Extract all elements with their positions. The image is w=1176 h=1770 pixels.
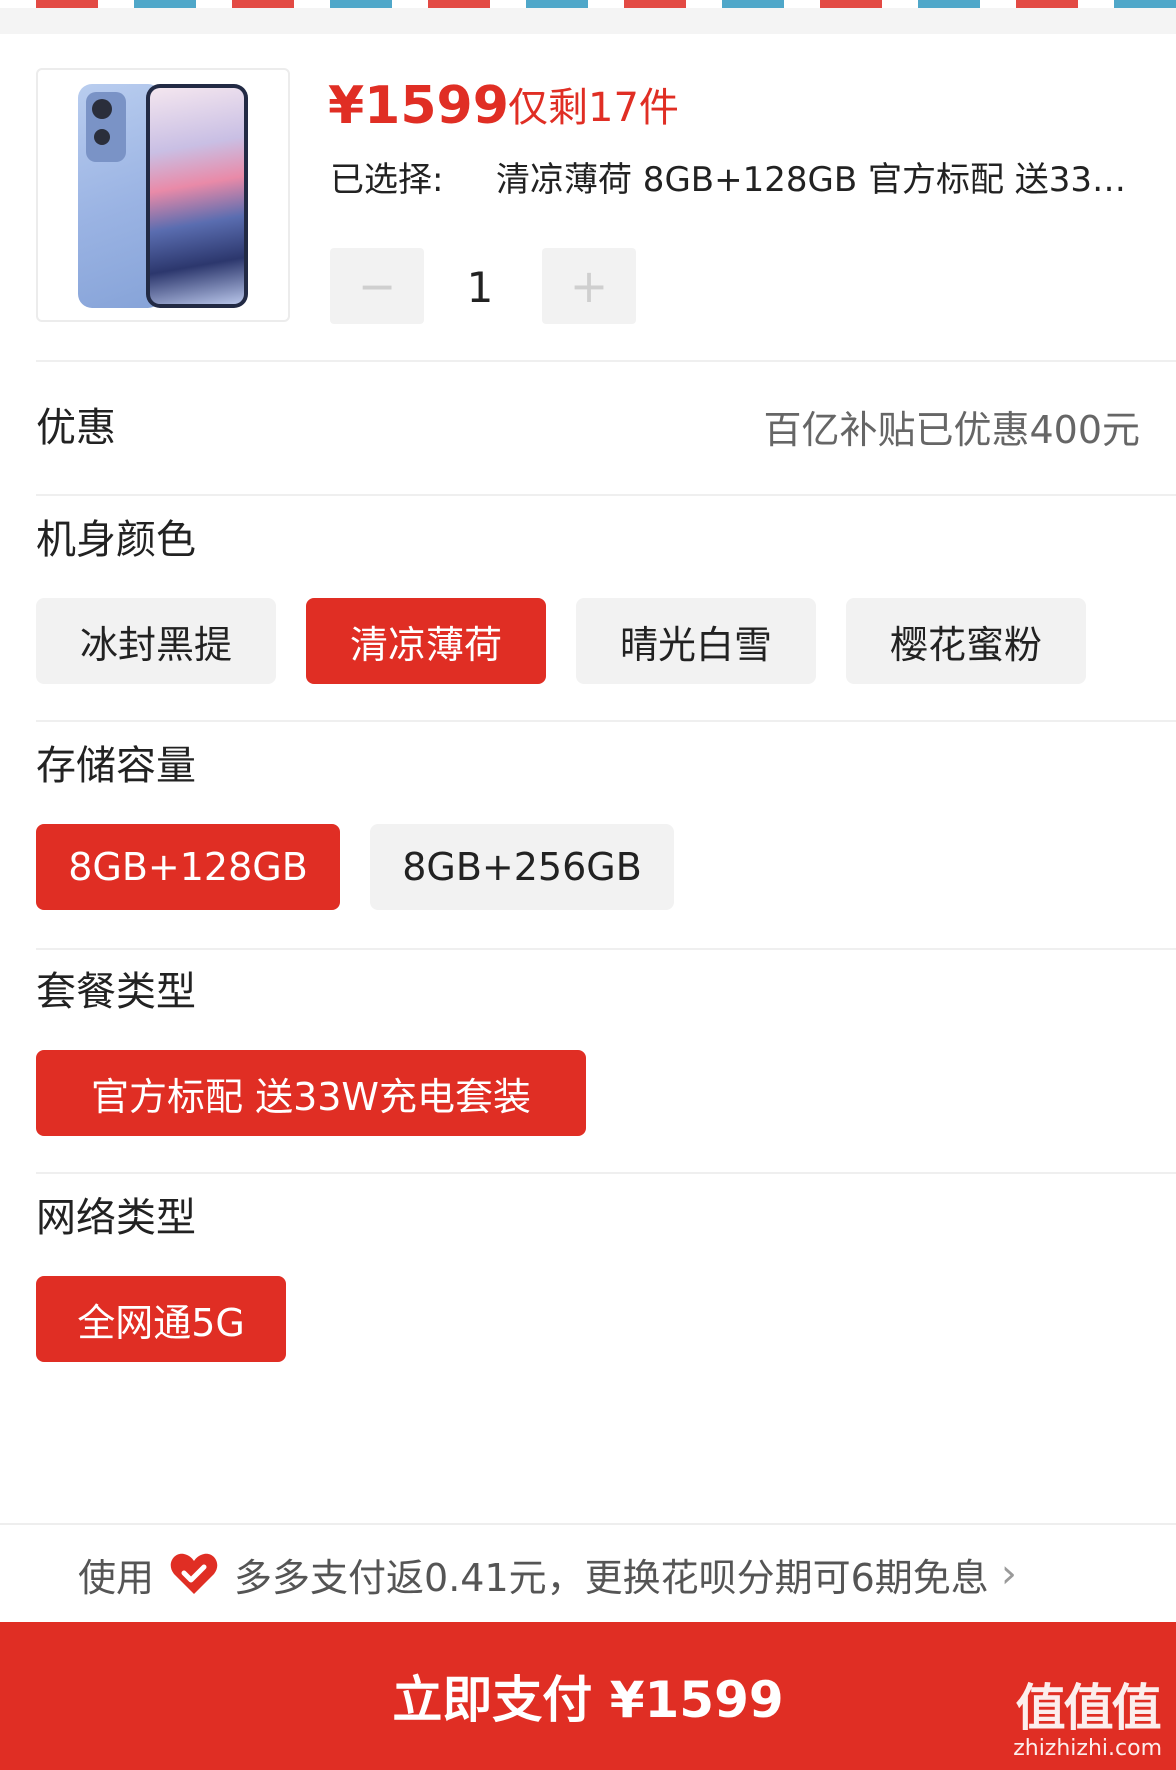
- chevron-right-icon: ›: [1000, 1551, 1017, 1597]
- minus-icon: −: [357, 259, 397, 313]
- section-title-storage: 存储容量: [36, 743, 196, 789]
- watermark-logo: 值值值: [1015, 1679, 1162, 1737]
- quantity-increase-button[interactable]: +: [542, 248, 636, 324]
- section-title-network: 网络类型: [36, 1195, 196, 1241]
- pay-now-label: 立即支付 ¥1599: [392, 1671, 784, 1729]
- stock-remaining: 仅剩17件: [508, 85, 679, 131]
- pay-now-button[interactable]: 立即支付 ¥1599: [0, 1622, 1176, 1770]
- heart-check-icon: [170, 1553, 218, 1594]
- divider: [36, 360, 1176, 362]
- promo-value: 百亿补贴已优惠400元: [763, 408, 1140, 452]
- divider: [0, 1523, 1176, 1525]
- color-option-pink[interactable]: 樱花蜜粉: [846, 598, 1086, 684]
- airmail-border: [0, 0, 1176, 34]
- network-option-5g[interactable]: 全网通5G: [36, 1276, 286, 1362]
- storage-option-256[interactable]: 8GB+256GB: [370, 824, 674, 910]
- quantity-value: 1: [466, 263, 494, 312]
- section-title-color: 机身颜色: [36, 517, 196, 563]
- payment-promo-row[interactable]: 使用 多多支付返0.41元，更换花呗分期可6期免息 ›: [78, 1546, 1017, 1602]
- section-title-package: 套餐类型: [36, 969, 196, 1015]
- use-label: 使用: [78, 1555, 155, 1600]
- storage-option-128[interactable]: 8GB+128GB: [36, 824, 340, 910]
- selected-value: 清凉薄荷 8GB+128GB 官方标配 送33W充电套装 全网通5G: [496, 160, 1136, 200]
- watermark: 值值值 zhizhizhi.com: [1013, 1680, 1162, 1762]
- color-option-white[interactable]: 晴光白雪: [576, 598, 816, 684]
- divider: [36, 1172, 1176, 1174]
- selected-label: 已选择:: [330, 160, 444, 200]
- color-option-black[interactable]: 冰封黑提: [36, 598, 276, 684]
- divider: [36, 494, 1176, 496]
- divider: [36, 720, 1176, 722]
- phone-front-image: [146, 84, 248, 308]
- color-option-mint[interactable]: 清凉薄荷: [306, 598, 546, 684]
- promo-title: 优惠: [36, 405, 116, 451]
- product-image: [36, 68, 290, 322]
- payment-promo-text: 多多支付返0.41元，更换花呗分期可6期免息: [234, 1555, 989, 1600]
- quantity-decrease-button[interactable]: −: [330, 248, 424, 324]
- product-price: ¥1599: [328, 76, 509, 136]
- divider: [36, 948, 1176, 950]
- plus-icon: +: [569, 259, 609, 313]
- watermark-url: zhizhizhi.com: [1013, 1736, 1162, 1761]
- package-option-official[interactable]: 官方标配 送33W充电套装: [36, 1050, 586, 1136]
